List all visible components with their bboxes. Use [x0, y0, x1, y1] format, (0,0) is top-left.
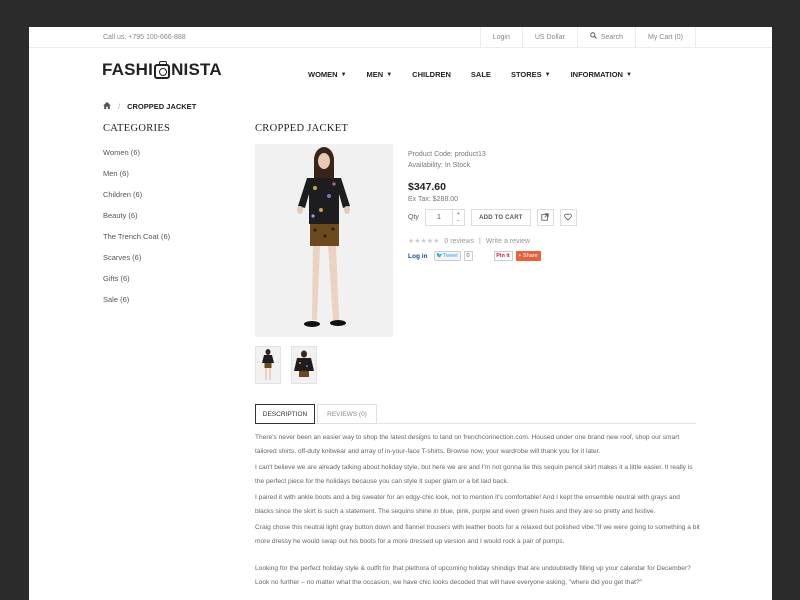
category-item[interactable]: Beauty (6) [103, 211, 170, 232]
cart-link[interactable]: My Cart (0) [635, 27, 696, 48]
category-item[interactable]: Men (6) [103, 169, 170, 190]
tab-description[interactable]: DESCRIPTION [255, 404, 315, 424]
share-button[interactable]: + Share [515, 251, 541, 261]
product-code: Product Code: product13 [408, 151, 486, 158]
tab-reviews[interactable]: REVIEWS (0) [317, 404, 377, 424]
wishlist-button[interactable] [559, 209, 577, 226]
external-link-icon [541, 212, 549, 223]
description-paragraph: Craig chose this neutral light gray butt… [255, 524, 700, 545]
product-title: CROPPED JACKET [255, 123, 349, 134]
main-nav: WOMEN ▼ MEN ▼ CHILDREN SALE STORES ▼ INFORM… [308, 70, 652, 79]
nav-label: STORES [510, 70, 542, 79]
caret-down-icon: ▼ [544, 71, 551, 78]
nav-label: CHILDREN [412, 70, 451, 79]
breadcrumb: / CROPPED JACKET [103, 102, 196, 111]
login-link[interactable]: Login [479, 27, 522, 48]
category-item[interactable]: Scarves (6) [103, 253, 170, 274]
twitter-bird-icon: 🐦 [436, 253, 444, 259]
caret-down-icon: ▼ [625, 71, 632, 78]
site-logo[interactable]: FASHI NISTA [102, 60, 222, 80]
top-links: Login US Dollar Search My Cart (0) [479, 27, 696, 48]
nav-item-sale[interactable]: SALE [471, 70, 491, 79]
description-paragraph: Looking for the perfect holiday style & … [255, 565, 691, 586]
divider: | [478, 237, 481, 245]
search-icon [589, 27, 597, 48]
currency-label: US Dollar [534, 34, 565, 41]
nav-label: SALE [470, 70, 491, 79]
category-item[interactable]: Gifts (6) [103, 274, 170, 295]
rating-stars-icon: ★★★★★ [408, 238, 440, 245]
logo-text-end: NISTA [171, 60, 222, 79]
minus-icon[interactable]: − [457, 218, 460, 224]
product-main-image[interactable] [255, 144, 393, 337]
product-price: $347.60 [408, 181, 446, 193]
description-paragraph: There's never been an easier way to shop… [255, 434, 680, 455]
purchase-row: Qty 1 + − ADD TO CART [408, 209, 577, 226]
tweet-button[interactable]: 🐦 Tweet [433, 251, 461, 261]
plus-icon[interactable]: + [457, 211, 460, 217]
ex-tax: Ex Tax: $288.00 [408, 196, 459, 203]
availability: Availability: In Stock [408, 162, 471, 169]
caret-down-icon: ▼ [386, 71, 393, 78]
breadcrumb-current[interactable]: CROPPED JACKET [127, 102, 196, 111]
category-item[interactable]: Sale (6) [103, 295, 170, 316]
add-to-cart-button[interactable]: ADD TO CART [470, 209, 531, 226]
reviews-link[interactable]: 0 reviews [444, 238, 474, 245]
category-list: Women (6) Men (6) Children (6) Beauty (6… [103, 148, 170, 316]
category-item[interactable]: Children (6) [103, 190, 170, 211]
camera-icon [154, 61, 171, 79]
quantity-stepper[interactable]: + − [452, 209, 465, 226]
categories-heading: CATEGORIES [103, 123, 171, 134]
nav-item-men[interactable]: MEN ▼ [367, 70, 393, 79]
category-item[interactable]: The Trench Coat (6) [103, 232, 170, 253]
reviews-row: ★★★★★ 0 reviews | Write a review [408, 237, 530, 246]
product-tabs: DESCRIPTION REVIEWS (0) [255, 404, 696, 424]
logo-text-start: FASHI [102, 60, 154, 79]
product-thumbnail[interactable] [255, 346, 281, 384]
nav-label: MEN [366, 70, 384, 79]
home-icon[interactable] [103, 102, 111, 111]
caret-down-icon: ▼ [340, 71, 347, 78]
plus-icon: + [518, 253, 522, 259]
quantity-input[interactable]: 1 [424, 209, 453, 226]
category-item[interactable]: Women (6) [103, 148, 170, 169]
share-label: Share [523, 253, 538, 259]
product-description: There's never been an easier way to shop… [255, 431, 700, 589]
top-bar: Call us: +795 100-666-888 Login US Dolla… [29, 27, 772, 48]
nav-item-information[interactable]: INFORMATION ▼ [571, 70, 632, 79]
nav-label: WOMEN [308, 70, 338, 79]
product-thumbnail[interactable] [291, 346, 317, 384]
pin-it-button[interactable]: Pin it [493, 251, 513, 261]
tweet-count: 0 [463, 251, 473, 261]
description-paragraph: I can't believe we are already talking a… [255, 464, 693, 485]
breadcrumb-separator: / [118, 102, 121, 111]
currency-selector[interactable]: US Dollar [521, 27, 577, 48]
description-paragraph: I paired it with ankle boots and a big s… [255, 494, 680, 515]
login-label: Login [492, 34, 510, 41]
nav-label: INFORMATION [570, 70, 623, 79]
social-buttons: Log in 🐦 Tweet 0 Pin it + Share [408, 251, 541, 261]
nav-item-children[interactable]: CHILDREN [412, 70, 451, 79]
search-label: Search [600, 34, 623, 41]
nav-item-stores[interactable]: STORES ▼ [511, 70, 551, 79]
page: Call us: +795 100-666-888 Login US Dolla… [29, 27, 772, 600]
call-us-text: Call us: +795 100-666-888 [103, 34, 186, 41]
qty-label: Qty [408, 214, 419, 221]
cart-label: My Cart (0) [648, 34, 683, 41]
write-review-link[interactable]: Write a review [486, 238, 530, 245]
tweet-label: Tweet [443, 253, 458, 259]
social-login-link[interactable]: Log in [408, 253, 428, 260]
search-link[interactable]: Search [576, 27, 635, 48]
compare-button[interactable] [536, 209, 554, 226]
heart-icon [564, 213, 573, 223]
nav-item-women[interactable]: WOMEN ▼ [308, 70, 347, 79]
